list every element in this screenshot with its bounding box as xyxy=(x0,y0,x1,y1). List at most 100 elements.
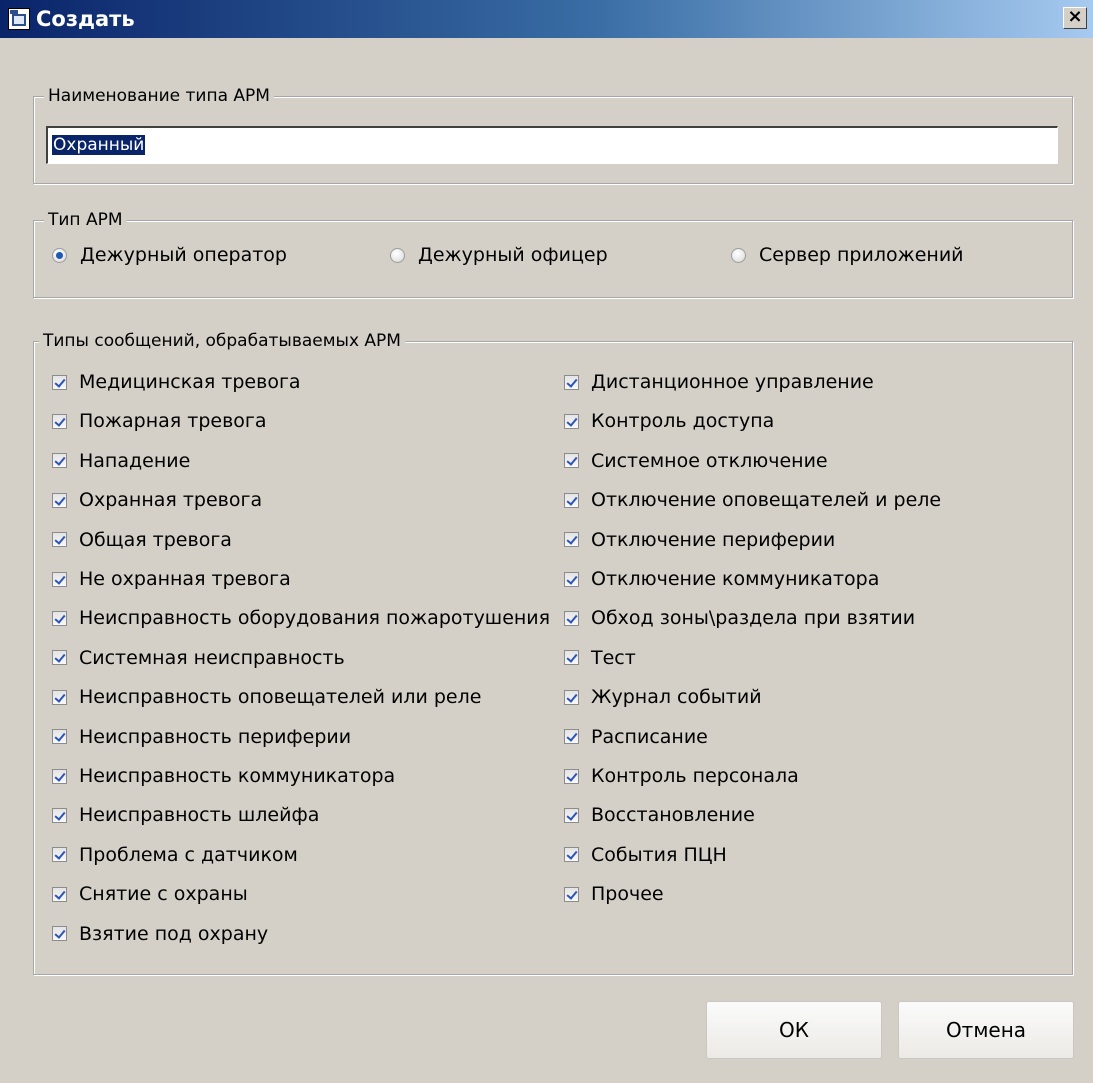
checkbox-label: Пожарная тревога xyxy=(79,410,267,433)
window-title: Создать xyxy=(36,7,135,31)
checkbox-label: Неисправность оборудования пожаротушения xyxy=(79,607,551,630)
checkbox-label: Контроль доступа xyxy=(591,410,775,433)
message-type-checkbox[interactable]: Неисправность шлейфа xyxy=(52,804,319,826)
checkmark-icon xyxy=(52,492,67,508)
checkmark-icon xyxy=(564,532,579,548)
checkbox-label: Отключение оповещателей и реле xyxy=(591,489,942,512)
checkmark-icon xyxy=(52,413,67,429)
checkbox-label: Отключение коммуникатора xyxy=(591,568,880,590)
radio-duty-operator[interactable]: Дежурный оператор xyxy=(52,244,287,266)
checkbox-label: Снятие с охраны xyxy=(79,883,248,906)
message-types-group-legend: Типы сообщений, обрабатываемых АРМ xyxy=(39,331,405,351)
message-type-checkbox[interactable]: Обход зоны\раздела при взятии xyxy=(564,607,915,629)
checkmark-icon xyxy=(564,807,579,823)
message-type-checkbox[interactable]: Отключение оповещателей и реле xyxy=(564,489,941,511)
message-type-checkbox[interactable]: Отключение коммуникатора xyxy=(564,568,879,590)
checkbox-label: События ПЦН xyxy=(591,843,727,866)
checkmark-icon xyxy=(52,886,67,902)
name-input-value: Охранный xyxy=(52,135,146,155)
checkbox-label: Журнал событий xyxy=(591,686,762,709)
message-type-checkbox[interactable]: Отключение периферии xyxy=(564,529,835,551)
message-type-checkbox[interactable]: Неисправность периферии xyxy=(52,726,351,748)
radio-off-icon xyxy=(731,247,746,263)
checkbox-label: Системная неисправность xyxy=(79,646,345,669)
checkmark-icon xyxy=(52,926,67,942)
checkmark-icon xyxy=(52,768,67,784)
message-type-checkbox[interactable]: Снятие с охраны xyxy=(52,883,248,905)
checkmark-icon xyxy=(564,610,579,626)
checkbox-label: Контроль персонала xyxy=(591,765,799,787)
checkmark-icon xyxy=(564,689,579,705)
message-type-checkbox[interactable]: События ПЦН xyxy=(564,844,727,866)
checkmark-icon xyxy=(564,729,579,745)
checkbox-label: Проблема с датчиком xyxy=(79,843,298,866)
message-type-checkbox[interactable]: Журнал событий xyxy=(564,686,762,708)
message-type-checkbox[interactable]: Контроль доступа xyxy=(564,410,774,432)
checkbox-label: Обход зоны\раздела при взятии xyxy=(591,607,916,630)
checkmark-icon xyxy=(52,453,67,469)
checkmark-icon xyxy=(52,807,67,823)
checkmark-icon xyxy=(564,847,579,863)
message-type-checkbox[interactable]: Прочее xyxy=(564,883,664,905)
checkmark-icon xyxy=(564,886,579,902)
checkmark-icon xyxy=(52,650,67,666)
arm-type-name-input[interactable]: Охранный xyxy=(46,126,1058,164)
checkmark-icon xyxy=(564,650,579,666)
checkbox-label: Восстановление xyxy=(591,804,755,827)
message-type-checkbox[interactable]: Расписание xyxy=(564,726,708,748)
message-type-checkbox[interactable]: Пожарная тревога xyxy=(52,410,267,432)
message-type-checkbox[interactable]: Неисправность оповещателей или реле xyxy=(52,686,481,708)
checkmark-icon xyxy=(52,847,67,863)
message-type-checkbox[interactable]: Не охранная тревога xyxy=(52,568,291,590)
name-group-legend: Наименование типа АРМ xyxy=(44,86,274,106)
cancel-button[interactable]: Отмена xyxy=(898,1001,1074,1059)
checkbox-label: Неисправность шлейфа xyxy=(79,804,320,827)
radio-label: Сервер приложений xyxy=(759,244,964,266)
checkmark-icon xyxy=(564,571,579,587)
radio-duty-officer[interactable]: Дежурный офицер xyxy=(390,244,608,266)
checkmark-icon xyxy=(52,532,67,548)
radio-label: Дежурный офицер xyxy=(418,244,608,266)
radio-label: Дежурный оператор xyxy=(80,244,287,266)
checkmark-icon xyxy=(52,374,67,390)
window-icon xyxy=(8,8,30,30)
message-type-checkbox[interactable]: Нападение xyxy=(52,450,190,472)
message-type-checkbox[interactable]: Восстановление xyxy=(564,804,755,826)
radio-app-server[interactable]: Сервер приложений xyxy=(731,244,964,266)
checkbox-label: Неисправность оповещателей или реле xyxy=(79,686,482,709)
checkbox-label: Охранная тревога xyxy=(79,489,263,512)
checkbox-label: Прочее xyxy=(591,883,664,906)
checkbox-label: Дистанционное управление xyxy=(591,371,874,393)
checkmark-icon xyxy=(564,492,579,508)
message-type-checkbox[interactable]: Проблема с датчиком xyxy=(52,844,298,866)
checkbox-label: Медицинская тревога xyxy=(79,371,301,393)
ok-button[interactable]: ОК xyxy=(706,1001,882,1059)
message-type-checkbox[interactable]: Контроль персонала xyxy=(564,765,799,787)
message-type-checkbox[interactable]: Неисправность оборудования пожаротушения xyxy=(52,607,550,629)
message-type-checkbox[interactable]: Системная неисправность xyxy=(52,647,345,669)
radio-off-icon xyxy=(390,247,405,263)
checkbox-label: Общая тревога xyxy=(79,528,232,551)
message-type-checkbox[interactable]: Взятие под охрану xyxy=(52,923,268,945)
message-type-checkbox[interactable]: Неисправность коммуникатора xyxy=(52,765,395,787)
title-bar: Создать × xyxy=(0,0,1093,38)
message-type-checkbox[interactable]: Медицинская тревога xyxy=(52,371,301,393)
checkbox-label: Нападение xyxy=(79,449,191,472)
message-type-checkbox[interactable]: Дистанционное управление xyxy=(564,371,874,393)
checkmark-icon xyxy=(564,413,579,429)
message-type-checkbox[interactable]: Общая тревога xyxy=(52,529,232,551)
checkbox-label: Неисправность периферии xyxy=(79,725,352,748)
message-type-checkbox[interactable]: Системное отключение xyxy=(564,450,828,472)
checkmark-icon xyxy=(564,768,579,784)
checkbox-label: Системное отключение xyxy=(591,449,828,472)
checkbox-label: Взятие под охрану xyxy=(79,922,269,945)
checkbox-label: Не охранная тревога xyxy=(79,568,291,590)
checkmark-icon xyxy=(564,374,579,390)
radio-on-icon xyxy=(52,247,67,263)
checkmark-icon xyxy=(52,610,67,626)
close-button[interactable]: × xyxy=(1063,7,1087,29)
message-type-checkbox[interactable]: Тест xyxy=(564,647,636,669)
arm-type-group-legend: Тип АРМ xyxy=(44,210,127,230)
message-type-checkbox[interactable]: Охранная тревога xyxy=(52,489,262,511)
checkbox-label: Расписание xyxy=(591,725,708,748)
